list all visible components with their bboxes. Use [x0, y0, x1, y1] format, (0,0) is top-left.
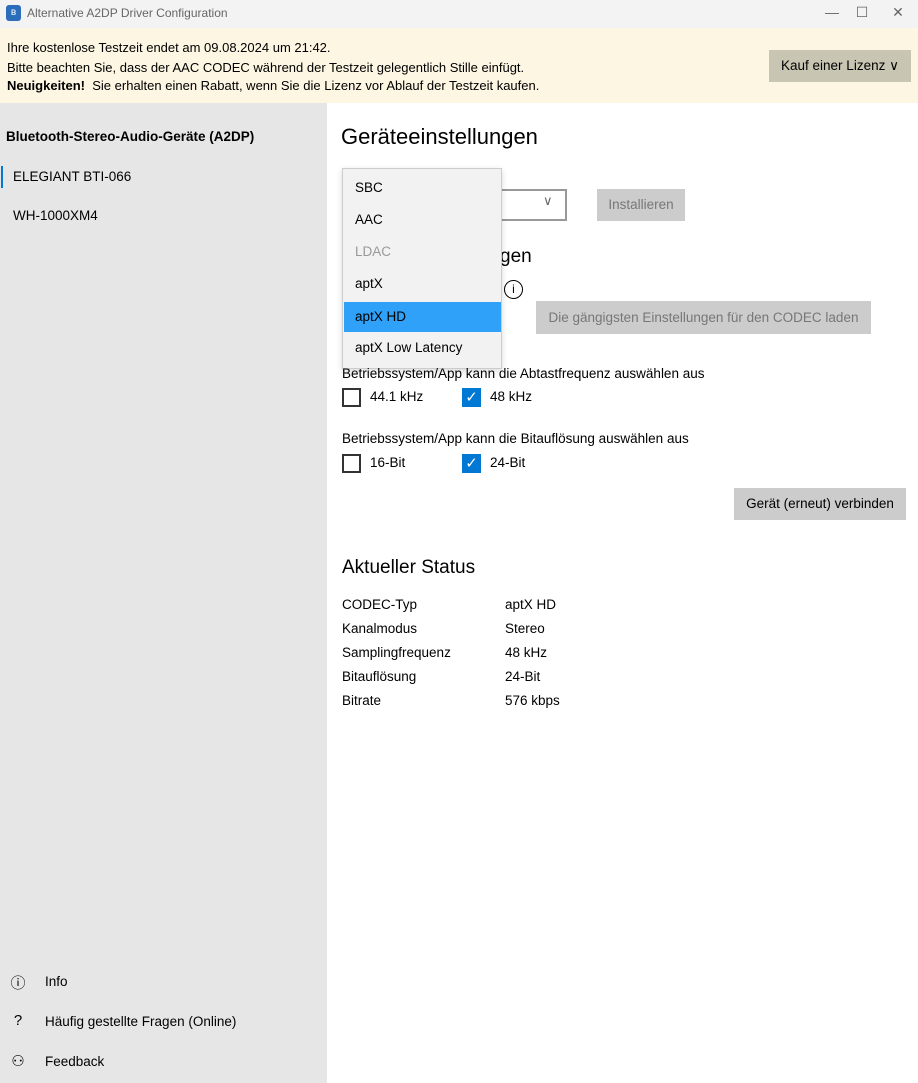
info-icon: ⓘ	[10, 975, 26, 992]
trial-expiry-text: Ihre kostenlose Testzeit endet am 09.08.…	[7, 40, 331, 55]
sidebar-faq-link[interactable]: Häufig gestellte Fragen (Online)	[45, 1014, 236, 1029]
news-body: Sie erhalten einen Rabatt, wenn Sie die …	[92, 78, 540, 93]
sample-rate-label: Betriebssystem/App kann die Abtastfreque…	[342, 366, 705, 381]
status-key: Bitauflösung	[342, 669, 417, 684]
status-key: Kanalmodus	[342, 621, 418, 636]
page-title: Geräteeinstellungen	[341, 124, 538, 149]
sidebar-feedback-link[interactable]: Feedback	[45, 1054, 104, 1069]
window-title: Alternative A2DP Driver Configuration	[27, 6, 228, 20]
close-button[interactable]: ✕	[888, 4, 908, 21]
checkbox-16bit[interactable]	[342, 454, 361, 473]
news-label: Neuigkeiten!	[7, 78, 86, 93]
feedback-icon: ⚇	[11, 1053, 25, 1070]
sidebar-item-elegiant[interactable]: ELEGIANT BTI-066	[13, 169, 131, 184]
bluetooth-icon: ʙ	[6, 5, 21, 21]
info-icon[interactable]: i	[504, 280, 523, 299]
check-icon: ✓	[465, 389, 478, 406]
section-heading: gen	[500, 246, 532, 267]
selection-indicator	[1, 166, 3, 188]
sidebar	[0, 103, 327, 1083]
codec-option-aptx-ll[interactable]: aptX Low Latency	[344, 333, 501, 363]
buy-license-button[interactable]: Kauf einer Lizenz ∨	[769, 50, 911, 82]
codec-option-sbc[interactable]: SBC	[344, 173, 501, 203]
bit-depth-label: Betriebssystem/App kann die Bitauflösung…	[342, 431, 689, 446]
reconnect-device-button[interactable]: Gerät (erneut) verbinden	[734, 488, 906, 520]
check-icon: ✓	[465, 455, 478, 472]
aac-notice-text: Bitte beachten Sie, dass der AAC CODEC w…	[7, 60, 525, 75]
checkbox-44khz[interactable]	[342, 388, 361, 407]
codec-dropdown-list: SBC AAC LDAC aptX aptX HD aptX Low Laten…	[342, 168, 502, 369]
sidebar-header: Bluetooth-Stereo-Audio-Geräte (A2DP)	[6, 129, 255, 144]
install-button[interactable]: Installieren	[597, 189, 685, 221]
codec-option-aptx[interactable]: aptX	[344, 269, 501, 299]
minimize-button[interactable]: —	[822, 4, 842, 20]
checkbox-44khz-label: 44.1 kHz	[370, 389, 424, 404]
question-icon: ?	[13, 1012, 23, 1029]
status-key: Bitrate	[342, 693, 382, 708]
checkbox-24bit-label: 24-Bit	[490, 455, 526, 470]
codec-option-ldac: LDAC	[355, 244, 392, 259]
codec-option-aac[interactable]: AAC	[344, 205, 501, 235]
sidebar-item-wh1000xm4[interactable]: WH-1000XM4	[13, 208, 98, 223]
status-value: 48 kHz	[505, 645, 548, 660]
sidebar-info-link[interactable]: Info	[45, 974, 68, 989]
status-heading: Aktueller Status	[342, 557, 476, 578]
status-value: Stereo	[505, 621, 545, 636]
status-value: aptX HD	[505, 597, 557, 612]
codec-option-aptx-hd[interactable]: aptX HD	[344, 302, 501, 332]
checkbox-48khz[interactable]: ✓	[462, 388, 481, 407]
load-default-settings-button[interactable]: Die gängigsten Einstellungen für den COD…	[536, 301, 871, 334]
checkbox-24bit[interactable]: ✓	[462, 454, 481, 473]
checkbox-16bit-label: 16-Bit	[370, 455, 406, 470]
status-value: 24-Bit	[505, 669, 541, 684]
news-text: Neuigkeiten! Sie erhalten einen Rabatt, …	[7, 78, 539, 93]
status-key: Samplingfrequenz	[342, 645, 451, 660]
status-key: CODEC-Typ	[342, 597, 418, 612]
status-value: 576 kbps	[505, 693, 560, 708]
maximize-button[interactable]: ☐	[852, 4, 872, 21]
chevron-down-icon: ∨	[543, 193, 553, 208]
checkbox-48khz-label: 48 kHz	[490, 389, 533, 404]
